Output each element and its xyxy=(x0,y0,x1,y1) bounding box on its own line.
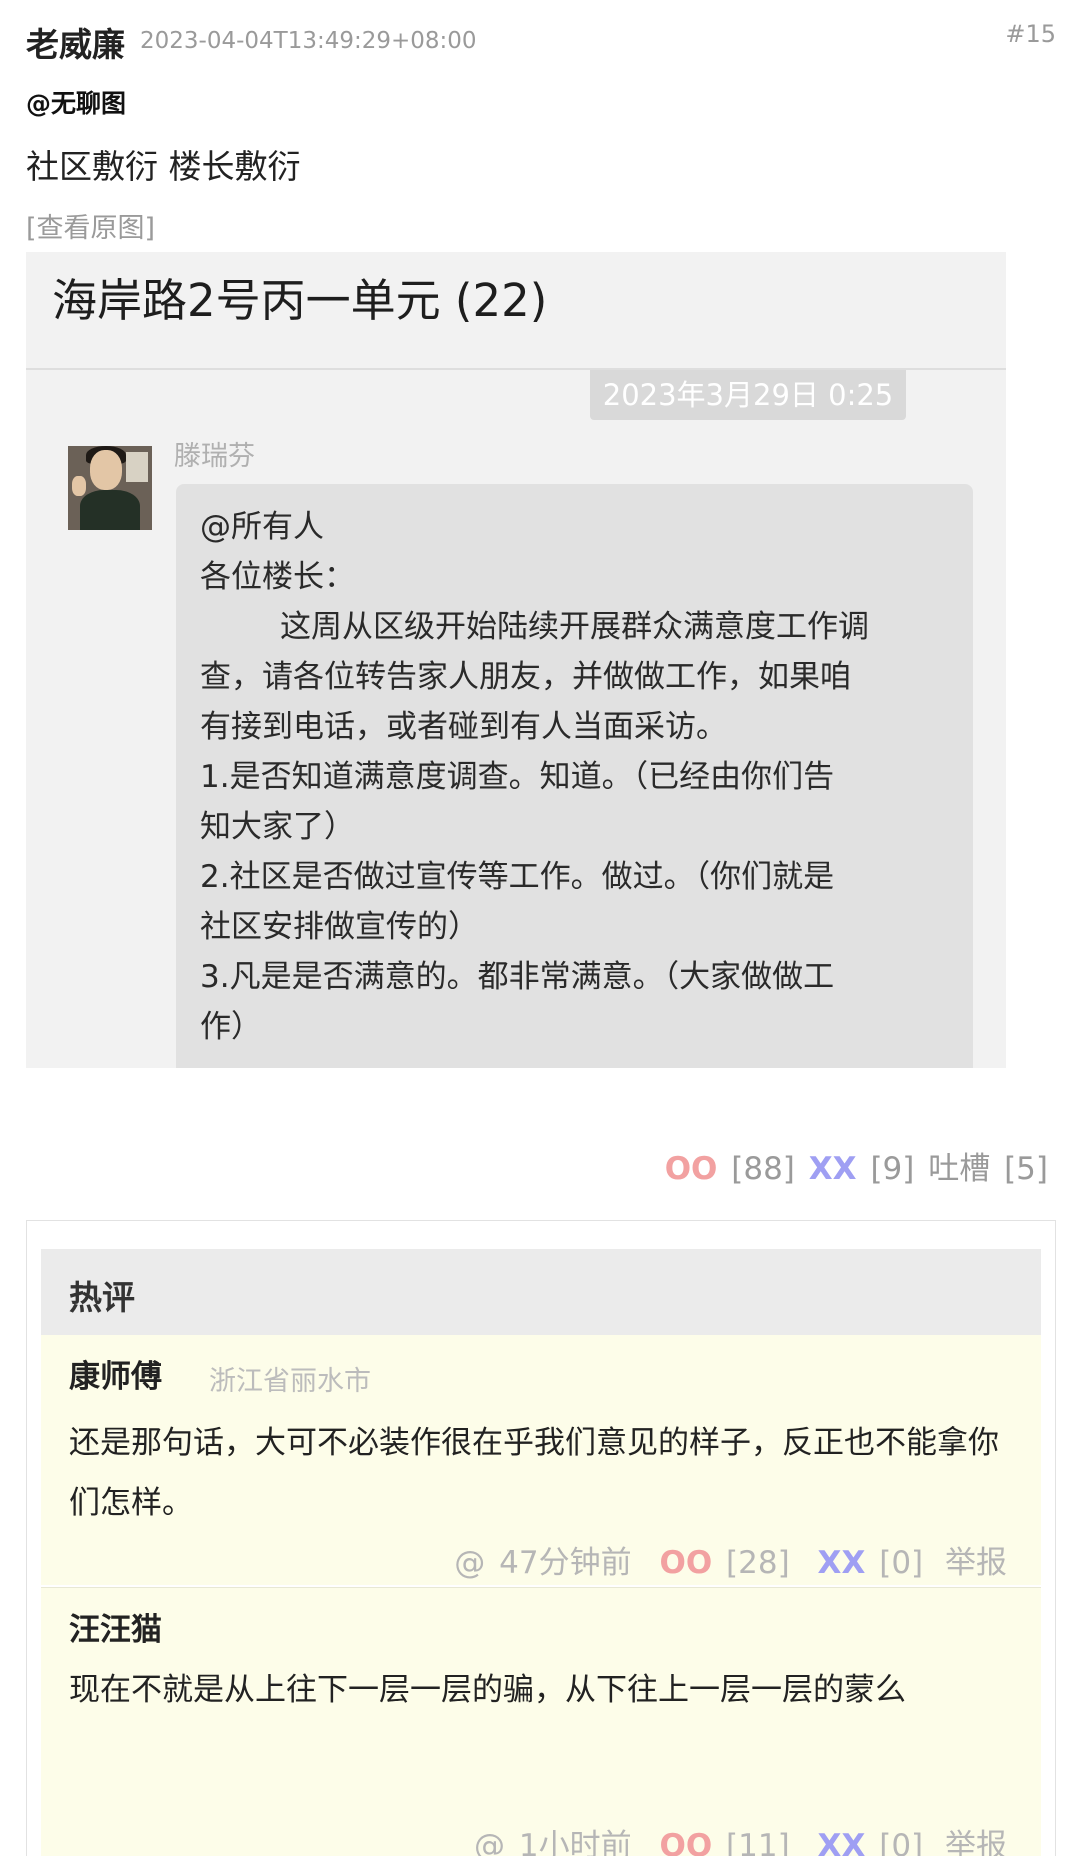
message-line: @所有人 xyxy=(200,509,324,545)
oo-count: [88] xyxy=(731,1151,795,1187)
comment-item: 康师傅 浙江省丽水市 还是那句话，大可不必装作很在乎我们意见的样子，反正也不能拿… xyxy=(41,1335,1041,1585)
comment-author[interactable]: 汪汪猫 xyxy=(69,1604,162,1649)
post-reactions: OO [88] XX [9] 吐槽 [5] xyxy=(661,1143,1048,1188)
comment-text: 还是那句话，大可不必装作很在乎我们意见的样子，反正也不能拿你们怎样。 xyxy=(69,1425,999,1521)
message-line: 各位楼长： xyxy=(200,559,355,595)
tucao-button[interactable]: 吐槽 xyxy=(928,1151,990,1187)
hot-comments-title: 热评 xyxy=(69,1278,135,1317)
comment-author[interactable]: 康师傅 xyxy=(69,1351,162,1396)
post-number[interactable]: #15 xyxy=(1005,20,1056,48)
comment-item: 汪汪猫 现在不就是从上往下一层一层的骗，从下往上一层一层的蒙么 @ 1小时前 O… xyxy=(41,1587,1041,1856)
comment-location: 浙江省丽水市 xyxy=(209,1366,371,1397)
comment-text: 现在不就是从上往下一层一层的骗，从下往上一层一层的蒙么 xyxy=(69,1672,906,1708)
view-original-link[interactable]: [查看原图] xyxy=(26,206,155,245)
mention[interactable]: @无聊图 xyxy=(26,84,126,120)
xx-count: [0] xyxy=(879,1828,924,1856)
xx-count: [0] xyxy=(879,1545,924,1581)
message-line: 3.凡是是否满意的。都非常满意。（大家做做工 xyxy=(200,959,835,995)
report-button[interactable]: 举报 xyxy=(945,1545,1007,1581)
xx-vote-button[interactable]: XX xyxy=(809,1151,857,1187)
oo-vote-button[interactable]: OO xyxy=(665,1151,718,1187)
xx-vote-button[interactable]: XX xyxy=(818,1545,866,1581)
reply-at-button[interactable]: @ xyxy=(454,1545,485,1581)
message-line: 有接到电话，或者碰到有人当面采访。 xyxy=(200,709,727,745)
oo-count: [28] xyxy=(726,1545,790,1581)
post-text: 社区敷衍 楼长敷衍 xyxy=(26,147,301,186)
message-line: 作） xyxy=(200,1009,262,1045)
hot-comments-panel: 热评 康师傅 浙江省丽水市 还是那句话，大可不必装作很在乎我们意见的样子，反正也… xyxy=(26,1220,1056,1856)
message-line: 查，请各位转告家人朋友，并做做工作，如果咱 xyxy=(200,659,851,695)
comment-time: 1小时前 xyxy=(518,1828,632,1856)
message-bubble: @所有人 各位楼长： 这周从区级开始陆续开展群众满意度工作调 查，请各位转告家人… xyxy=(176,484,973,1068)
xx-count: [9] xyxy=(870,1151,915,1187)
chat-date-badge: 2023年3月29日 0:25 xyxy=(590,370,906,420)
xx-vote-button[interactable]: XX xyxy=(818,1828,866,1856)
message-line: 社区安排做宣传的） xyxy=(200,909,479,945)
report-button[interactable]: 举报 xyxy=(945,1828,1007,1856)
message-line: 2.社区是否做过宣传等工作。做过。（你们就是 xyxy=(200,859,835,895)
reply-at-button[interactable]: @ xyxy=(474,1828,505,1856)
group-chat-title: 海岸路2号丙一单元 (22) xyxy=(52,274,548,327)
message-line: 1.是否知道满意度调查。知道。（已经由你们告 xyxy=(200,759,835,795)
comment-meta: @ 1小时前 OO [11] XX [0] 举报 xyxy=(470,1820,1007,1856)
oo-vote-button[interactable]: OO xyxy=(659,1545,712,1581)
sender-name: 滕瑞芬 xyxy=(174,441,255,472)
message-line: 这周从区级开始陆续开展群众满意度工作调 xyxy=(280,609,869,645)
oo-count: [11] xyxy=(726,1828,790,1856)
post-image[interactable]: 海岸路2号丙一单元 (22) 2023年3月29日 0:25 滕瑞芬 @所有人 … xyxy=(26,252,1006,1068)
hot-comments-header: 热评 xyxy=(41,1249,1041,1335)
tucao-count: [5] xyxy=(1004,1151,1048,1187)
sender-avatar xyxy=(68,446,152,530)
post-author[interactable]: 老威廉 xyxy=(26,18,125,66)
comment-time: 47分钟前 xyxy=(499,1545,632,1581)
message-line: 知大家了） xyxy=(200,809,355,845)
oo-vote-button[interactable]: OO xyxy=(659,1828,712,1856)
comment-meta: @ 47分钟前 OO [28] XX [0] 举报 xyxy=(450,1537,1007,1582)
post-header: 老威廉 2023-04-04T13:49:29+08:00 #15 xyxy=(26,14,1056,66)
post-timestamp: 2023-04-04T13:49:29+08:00 xyxy=(140,28,477,54)
